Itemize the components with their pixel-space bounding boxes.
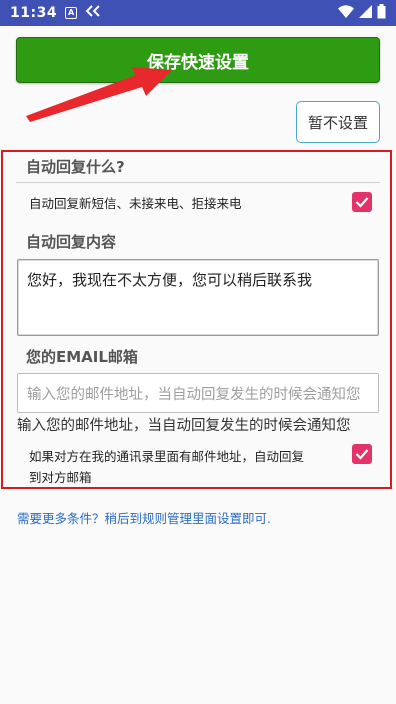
back-arrows-icon [85, 5, 101, 21]
signal-icon [359, 4, 372, 22]
auto-reply-what-title: 自动回复什么? [26, 158, 125, 176]
reply-content-textarea[interactable]: 您好，我现在不太方便，您可以稍后联系我 [17, 259, 379, 336]
skip-setup-button[interactable]: 暂不设置 [296, 101, 380, 143]
check-icon [355, 449, 369, 460]
battery-icon [377, 3, 386, 23]
more-conditions-link[interactable]: 需要更多条件？稍后到规则管理里面设置即可. [17, 508, 271, 527]
check-icon [355, 197, 369, 208]
email-title: 您的EMAIL邮箱 [26, 348, 138, 366]
save-quick-settings-button[interactable]: 保存快速设置 [16, 37, 380, 83]
status-time: 11:34 [10, 5, 58, 21]
wifi-icon [338, 4, 354, 22]
contact-email-option-checkbox[interactable] [352, 444, 372, 464]
reply-content-title: 自动回复内容 [26, 233, 117, 251]
contact-email-option-line1: 如果对方在我的通讯录里面有邮件地址，自动回复 [29, 449, 305, 464]
divider [16, 182, 380, 183]
auto-reply-option-checkbox[interactable] [352, 192, 372, 212]
status-bar: 11:34 A [0, 0, 396, 26]
email-hint-text: 输入您的邮件地址，当自动回复发生的时候会通知您 [17, 418, 351, 434]
email-input[interactable]: 输入您的邮件地址，当自动回复发生的时候会通知您 [17, 373, 379, 413]
accessibility-a-icon: A [65, 7, 78, 19]
contact-email-option-line2: 到对方邮箱 [29, 470, 92, 485]
auto-reply-option-label: 自动回复新短信、未接来电、拒接来电 [29, 196, 242, 211]
